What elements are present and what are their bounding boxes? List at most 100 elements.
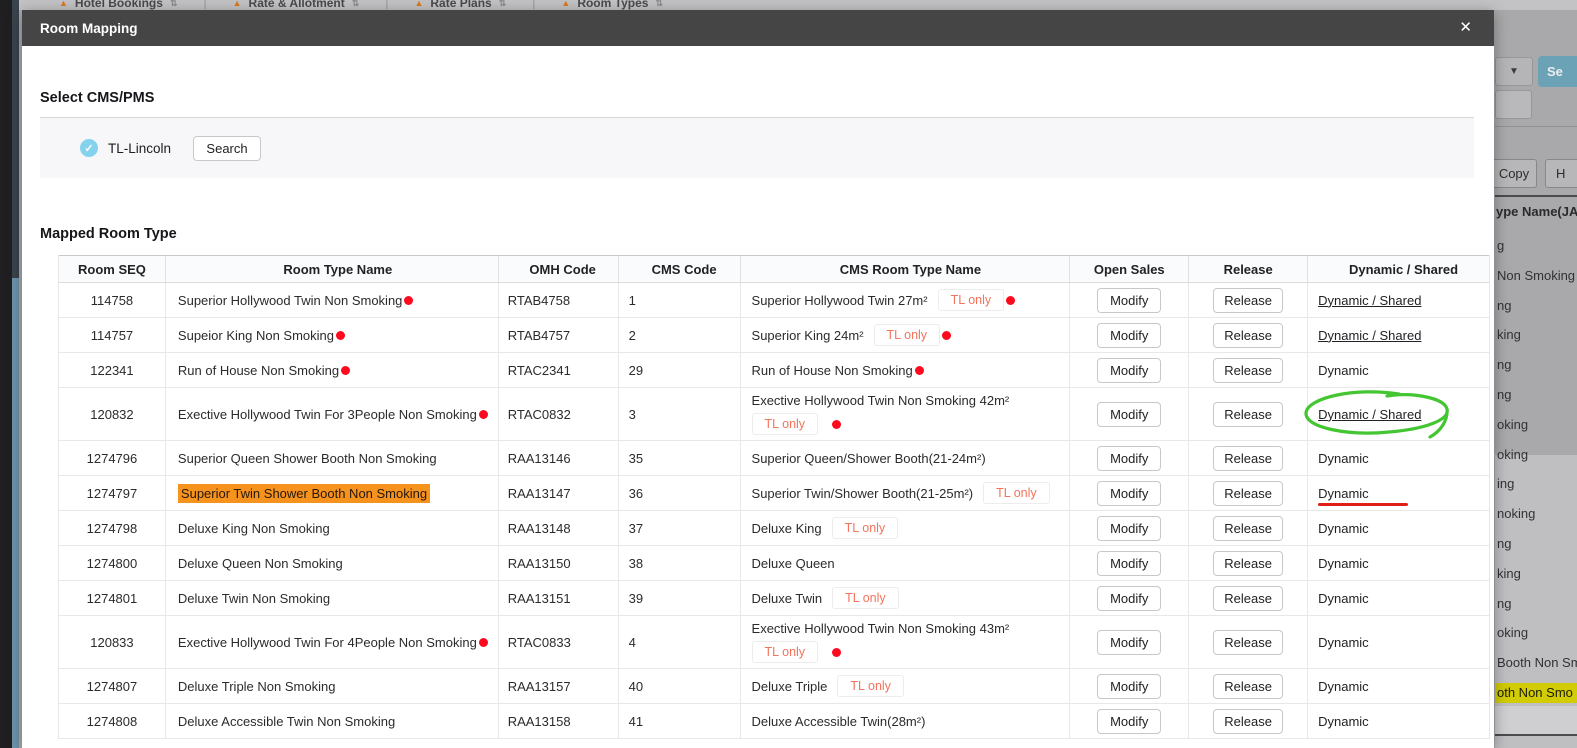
release-button[interactable]: Release [1213,401,1284,427]
background-row: ng [1497,536,1512,551]
search-button[interactable]: Search [193,135,262,161]
cms-room-type-name: Exective Hollywood Twin Non Smoking 42m² [751,393,1010,408]
dynamic-shared-cell: Dynamic [1308,441,1489,475]
dialog-header: Room Mapping ✕ [22,10,1494,46]
release-button[interactable]: Release [1213,445,1284,471]
cms-code-cell: 4 [619,616,741,668]
tab-rate-allotment[interactable]: ▲ Rate & Allotment ⇅ [233,0,360,10]
tl-only-badge: TL only [983,482,1050,504]
cms-room-type-name: Superior Queen/Shower Booth(21-24m²) [751,450,986,466]
background-footer-box [1495,706,1577,736]
modify-button[interactable]: Modify [1097,515,1162,541]
tab-hotel-bookings[interactable]: ▲ Hotel Bookings ⇅ [59,0,177,10]
cms-room-type-name: Exective Hollywood Twin Non Smoking 43m² [751,621,1010,636]
open-sales-cell: Modify [1070,546,1190,580]
tab-room-types[interactable]: ▲ Room Types ⇅ [561,0,663,10]
release-button[interactable]: Release [1213,357,1284,383]
background-row: oking [1497,446,1529,462]
room-type-name: Supeior King Non Smoking [177,327,335,343]
open-sales-cell: Modify [1070,318,1190,352]
modify-button[interactable]: Modify [1097,708,1162,734]
page-scrollbar-thumb[interactable] [12,278,19,748]
modify-button[interactable]: Modify [1097,322,1162,348]
dynamic-shared-cell: Dynamic / Shared [1308,283,1489,317]
tl-only-badge: TL only [832,587,899,609]
release-button[interactable]: Release [1213,322,1284,348]
open-sales-cell: Modify [1070,283,1190,317]
cms-code-cell: 35 [619,441,741,475]
red-dot-icon [478,409,488,419]
modify-button[interactable]: Modify [1097,550,1162,576]
release-button[interactable]: Release [1213,708,1284,734]
modify-button[interactable]: Modify [1097,480,1162,506]
background-copy-button[interactable]: Copy [1491,159,1537,188]
mapping-value: Dynamic [1318,520,1369,536]
modify-button[interactable]: Modify [1097,287,1162,313]
warning-icon: ▲ [232,0,242,8]
open-sales-cell: Modify [1070,616,1190,668]
room-seq-cell: 1274808 [59,704,166,738]
modify-button[interactable]: Modify [1097,357,1162,383]
open-sales-cell: Modify [1070,353,1190,387]
mapping-value[interactable]: Dynamic / Shared [1318,328,1421,343]
close-icon[interactable]: ✕ [1459,19,1472,37]
release-button[interactable]: Release [1213,585,1284,611]
background-search-button[interactable]: Se [1538,56,1577,87]
modify-button[interactable]: Modify [1097,401,1162,427]
sort-arrows-icon: ⇅ [655,0,663,8]
cms-room-type-name-cell: Deluxe Triple TL only [741,669,1071,703]
cms-room-type-name-cell: Exective Hollywood Twin Non Smoking 43m²… [741,616,1071,668]
background-tab-strip: ▲ Hotel Bookings ⇅ | ▲ Rate & Allotment ⇅ | ▲ Rat… [19,0,1577,10]
release-button[interactable]: Release [1213,287,1284,313]
release-button[interactable]: Release [1213,550,1284,576]
room-type-name-cell: Run of House Non Smoking [166,353,499,387]
tab-rate-plans[interactable]: ▲ Rate Plans ⇅ [414,0,506,10]
background-dropdown-button[interactable]: ▼ [1495,57,1533,86]
room-mapping-dialog: Room Mapping ✕ Select CMS/PMS ✓ TL-Linco… [22,10,1494,748]
cms-code-cell: 36 [619,476,741,510]
tl-only-badge: TL only [751,413,819,435]
cms-name-line: Exective Hollywood Twin Non Smoking 42m² [752,393,1010,408]
dynamic-shared-cell: Dynamic [1308,511,1489,545]
warning-icon: ▲ [414,0,424,8]
modify-button[interactable]: Modify [1097,585,1162,611]
open-sales-cell: Modify [1070,669,1190,703]
background-row: ing [1497,476,1515,492]
open-sales-cell: Modify [1070,581,1190,615]
room-type-name: Exective Hollywood Twin For 3People Non … [177,406,477,422]
room-type-name-cell: Supeior King Non Smoking [166,318,499,352]
cms-badge-line: TL only [751,641,842,663]
open-sales-cell: Modify [1070,388,1190,440]
release-button[interactable]: Release [1213,673,1284,699]
mapping-value[interactable]: Dynamic / Shared [1318,407,1421,422]
cms-code-cell: 39 [619,581,741,615]
cms-room-type-name: Deluxe Queen [751,555,835,571]
modify-button[interactable]: Modify [1097,673,1162,699]
cms-room-type-name-cell: Superior King 24m² TL only [741,318,1071,352]
background-h-button[interactable]: H [1545,159,1577,188]
table-row: 1274797 Superior Twin Shower Booth Non Sm… [59,476,1489,511]
mapped-table-header: Room SEQ Room Type Name OMH Code CMS Code CM… [59,255,1489,283]
omh-code-cell: RAA13158 [499,704,619,738]
mapping-value: Dynamic [1318,678,1369,694]
room-seq-cell: 122341 [59,353,166,387]
tl-only-badge: TL only [873,324,941,346]
column-header-dynamic-shared: Dynamic / Shared [1348,261,1459,277]
release-button[interactable]: Release [1213,629,1284,655]
release-button[interactable]: Release [1213,515,1284,541]
mapping-value[interactable]: Dynamic / Shared [1318,293,1421,308]
column-header-room-type-name: Room Type Name [166,256,499,282]
modify-button[interactable]: Modify [1097,445,1162,471]
release-cell: Release [1189,441,1309,475]
background-text-input[interactable] [1495,90,1532,119]
room-type-name: Deluxe Accessible Twin Non Smoking [177,713,396,729]
background-row: Booth Non Sm [1497,655,1577,671]
omh-code-cell: RTAB4758 [499,283,619,317]
check-circle-icon: ✓ [80,139,98,157]
modify-button[interactable]: Modify [1097,629,1162,655]
room-seq-cell: 120833 [59,616,166,668]
release-button[interactable]: Release [1213,480,1284,506]
background-row: ng [1497,387,1512,402]
mapping-value: Dynamic [1318,485,1369,501]
cms-room-type-name-cell: Deluxe Accessible Twin(28m²) [741,704,1071,738]
